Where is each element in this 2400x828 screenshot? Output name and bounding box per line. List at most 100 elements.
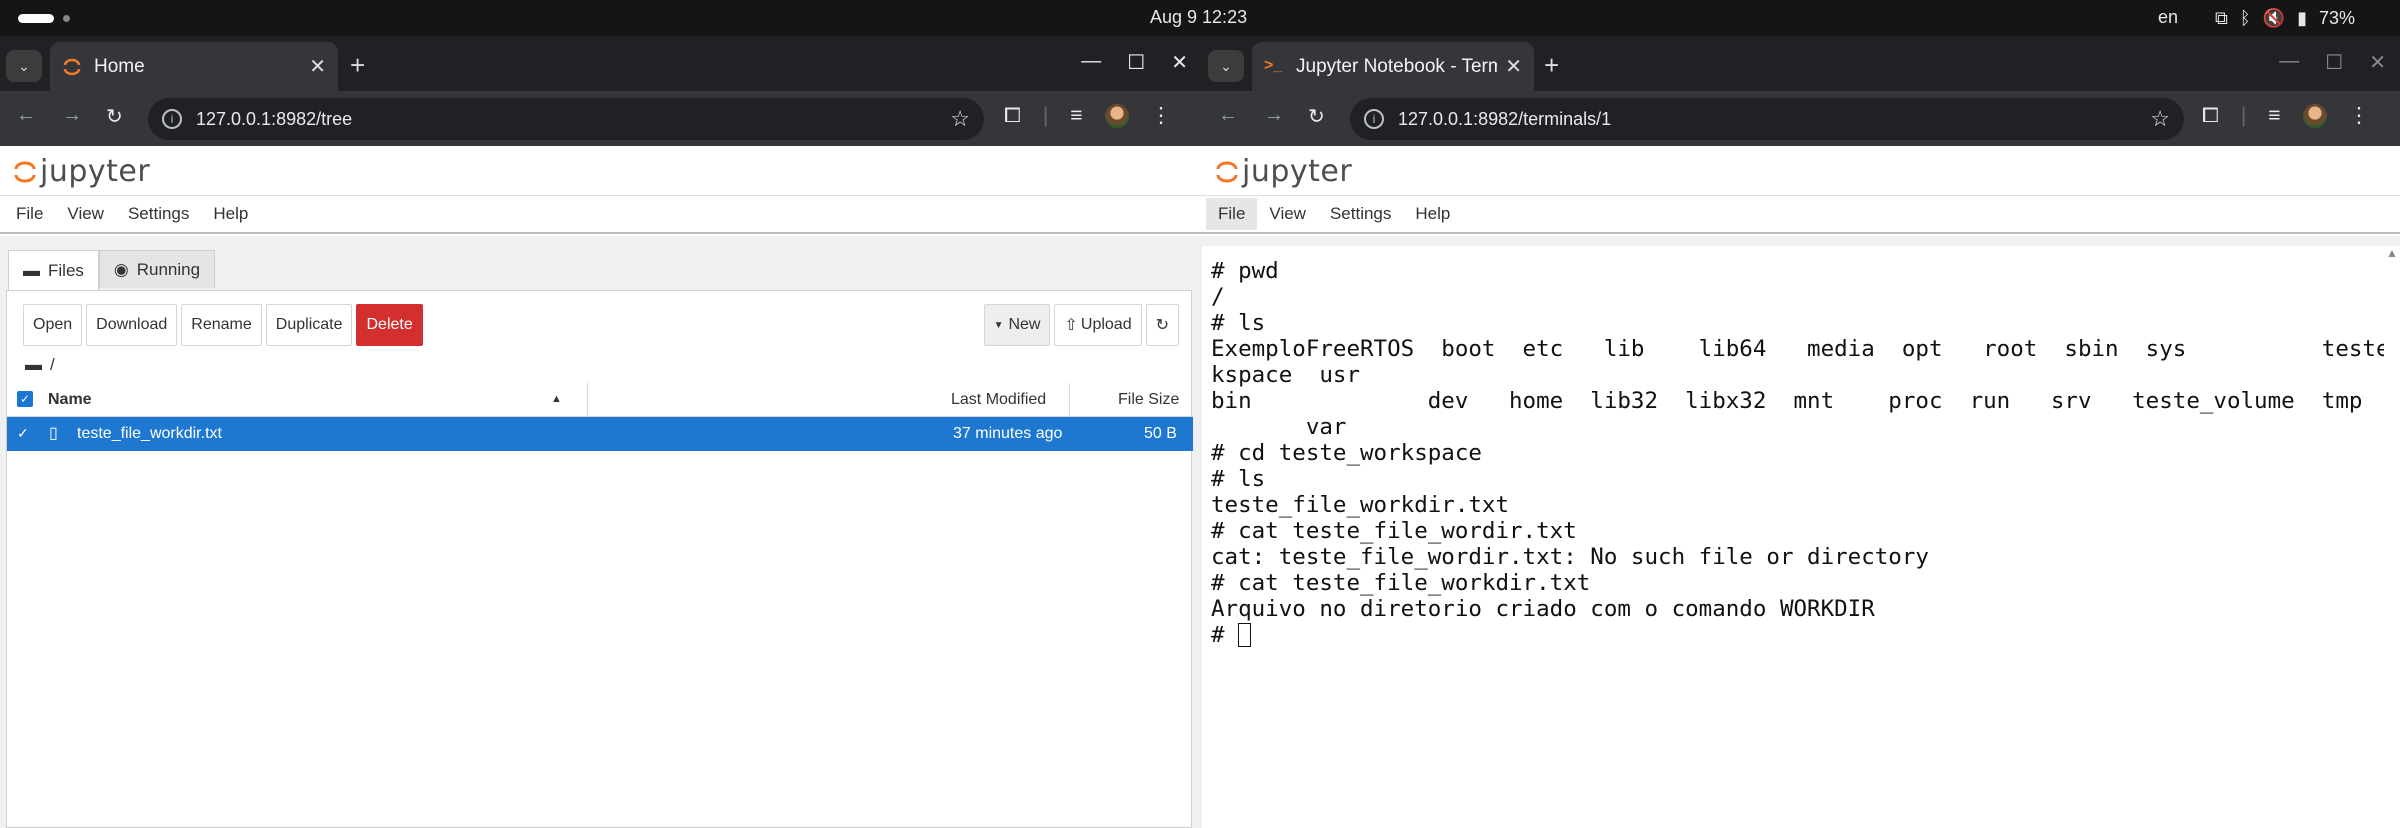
menu-bar: File View Settings Help — [1202, 196, 2400, 234]
download-button[interactable]: Download — [86, 304, 178, 346]
reload-icon[interactable]: ↻ — [1308, 104, 1325, 129]
breadcrumb[interactable]: ▬ / — [25, 355, 55, 375]
browser-tab-terminal[interactable]: >_ Jupyter Notebook - Term ✕ — [1252, 42, 1534, 91]
menu-settings[interactable]: Settings — [1318, 198, 1403, 230]
column-name[interactable]: Name — [48, 391, 92, 409]
extensions-icon[interactable]: ⧠ — [2202, 104, 2219, 128]
separator: | — [1042, 103, 1049, 127]
sort-ascending-icon[interactable]: ▲ — [551, 393, 562, 405]
tab-files[interactable]: ▬ Files — [8, 250, 99, 290]
menu-help[interactable]: Help — [201, 198, 260, 230]
upload-button[interactable]: ⇧ Upload — [1054, 304, 1142, 346]
site-info-icon[interactable]: i — [1364, 109, 1384, 129]
menu-help[interactable]: Help — [1403, 198, 1462, 230]
profile-avatar[interactable] — [1104, 103, 1129, 128]
column-file-size[interactable]: File Size — [1118, 391, 1179, 409]
menu-kebab-icon[interactable]: ⋮ — [2349, 103, 2370, 128]
browser-window-terminal: ⌄ >_ Jupyter Notebook - Term ✕ + — ☐ ✕ ←… — [1202, 36, 2400, 828]
address-bar[interactable]: i 127.0.0.1:8982/terminals/1 ☆ — [1350, 98, 2184, 140]
breadcrumb-root[interactable]: / — [50, 355, 55, 375]
bookmark-star-icon[interactable]: ☆ — [950, 106, 970, 132]
media-controls-icon[interactable]: ≡ — [1070, 104, 1082, 128]
jupyter-logo[interactable]: jupyter — [1216, 154, 1352, 189]
back-icon[interactable]: ← — [1218, 104, 1238, 127]
rename-button[interactable]: Rename — [181, 304, 262, 346]
row-checkbox[interactable]: ✓ — [17, 425, 29, 442]
back-icon[interactable]: ← — [16, 104, 36, 127]
media-controls-icon[interactable]: ≡ — [2268, 104, 2280, 128]
jupyter-header: jupyter — [1202, 146, 2400, 196]
terminal-line: cat: teste_file_wordir.txt: No such file… — [1211, 544, 1929, 570]
new-tab-button[interactable]: + — [350, 50, 365, 81]
maximize-icon[interactable]: ☐ — [1127, 50, 1145, 75]
terminal-prompt-line[interactable]: # — [1211, 622, 2400, 648]
open-button[interactable]: Open — [23, 304, 83, 346]
file-name[interactable]: teste_file_workdir.txt — [77, 425, 222, 443]
scroll-up-icon[interactable]: ▲ — [2386, 246, 2398, 260]
terminal-line: bin dev home lib32 libx32 mnt proc run s… — [1211, 388, 2363, 414]
caret-down-icon: ▼ — [993, 319, 1004, 331]
terminal-prompt: # — [1211, 622, 1239, 648]
maximize-icon[interactable]: ☐ — [2325, 50, 2343, 75]
browser-tab-home[interactable]: Home ✕ — [50, 42, 338, 91]
select-all-checkbox[interactable]: ✓ — [17, 391, 33, 407]
column-divider — [587, 383, 588, 417]
jupyter-terminal-app: jupyter File View Settings Help # pwd / # … — [1202, 146, 2400, 828]
browser-toolbar: ⧠ | ≡ ⋮ — [2202, 103, 2370, 128]
address-bar[interactable]: i 127.0.0.1:8982/tree ☆ — [148, 98, 984, 140]
browser-chrome: ⌄ >_ Jupyter Notebook - Term ✕ + — ☐ ✕ ←… — [1202, 36, 2400, 146]
close-window-icon[interactable]: ✕ — [2369, 50, 2386, 75]
clock[interactable]: Aug 9 12:23 — [1150, 7, 1247, 28]
menu-kebab-icon[interactable]: ⋮ — [1151, 103, 1172, 128]
duplicate-button[interactable]: Duplicate — [265, 304, 353, 346]
keyboard-language[interactable]: en — [2158, 7, 2178, 28]
tab-search-button[interactable]: ⌄ — [6, 50, 42, 82]
site-info-icon[interactable]: i — [162, 109, 182, 129]
delete-button[interactable]: Delete — [356, 304, 423, 346]
jupyter-logo[interactable]: jupyter — [14, 154, 150, 189]
jupyter-tree-app: jupyter File View Settings Help ▬ Files ◉… — [0, 146, 1202, 828]
folder-icon: ▬ — [25, 355, 42, 374]
upload-icon: ⇧ — [1064, 317, 1078, 334]
running-icon: ◉ — [113, 259, 129, 279]
close-window-icon[interactable]: ✕ — [1171, 50, 1188, 75]
bluetooth-icon: ᛒ — [2239, 7, 2251, 28]
reload-icon[interactable]: ↻ — [106, 104, 123, 129]
menu-file[interactable]: File — [1206, 198, 1258, 230]
menu-view[interactable]: View — [1257, 198, 1318, 230]
terminal-scrollbar[interactable]: ▲ — [2384, 246, 2400, 828]
menu-settings[interactable]: Settings — [116, 198, 201, 230]
terminal-line: teste_file_workdir.txt — [1211, 492, 1510, 518]
table-row[interactable]: ✓ ▯ teste_file_workdir.txt 37 minutes ag… — [7, 417, 1193, 451]
close-tab-icon[interactable]: ✕ — [309, 54, 326, 79]
terminal-line: / — [1211, 284, 1225, 310]
activities-indicator[interactable] — [18, 14, 54, 23]
profile-avatar[interactable] — [2302, 103, 2327, 128]
new-label: New — [1008, 316, 1041, 333]
new-dropdown-button[interactable]: ▼ New — [983, 304, 1051, 346]
tab-search-button[interactable]: ⌄ — [1208, 50, 1244, 82]
column-divider — [1069, 383, 1070, 417]
terminal-line: Arquivo no diretorio criado com o comand… — [1211, 596, 1875, 622]
close-tab-icon[interactable]: ✕ — [1505, 54, 1522, 79]
terminal-output[interactable]: # pwd / # ls ExemploFreeRTOS boot etc lib l… — [1202, 246, 2400, 828]
window-controls: — ☐ ✕ — [2279, 50, 2386, 75]
tab-running[interactable]: ◉ Running — [98, 250, 216, 288]
file-actions: ▼ New ⇧ Upload ↻ — [983, 304, 1179, 346]
refresh-button[interactable]: ↻ — [1145, 304, 1179, 346]
menu-view[interactable]: View — [55, 198, 116, 230]
terminal-line: var — [1211, 414, 1347, 440]
minimize-icon[interactable]: — — [1081, 50, 1101, 75]
forward-icon[interactable]: → — [62, 104, 82, 127]
system-tray[interactable]: ⧉ ᛒ 🔇 ▮ 73% — [2215, 3, 2355, 33]
forward-icon[interactable]: → — [1264, 104, 1284, 127]
column-last-modified[interactable]: Last Modified — [951, 391, 1046, 409]
bookmark-star-icon[interactable]: ☆ — [2150, 106, 2170, 132]
jupyter-favicon-icon — [63, 58, 81, 75]
jupyter-wordmark: jupyter — [1242, 154, 1353, 189]
battery-icon: ▮ — [2297, 7, 2307, 28]
menu-file[interactable]: File — [4, 198, 55, 230]
extensions-icon[interactable]: ⧠ — [1004, 104, 1021, 128]
minimize-icon[interactable]: — — [2279, 50, 2299, 75]
new-tab-button[interactable]: + — [1544, 50, 1559, 81]
